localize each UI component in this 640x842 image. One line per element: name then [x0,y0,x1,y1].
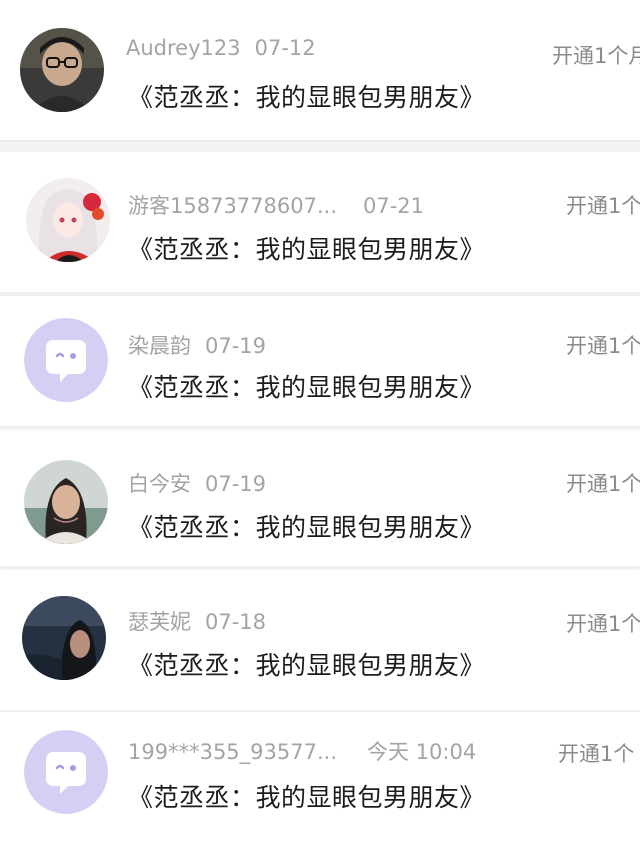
subscribe-action[interactable]: 开通1个 [566,608,640,638]
message-title[interactable]: 《范丞丞：我的显眼包男朋友》 [128,646,485,682]
avatar-photo-man-glasses-icon[interactable] [20,28,104,112]
avatar-anime-girl-icon[interactable] [26,178,110,262]
default-chat-bubble-icon[interactable] [24,318,108,402]
message-meta: 瑟芙妮 07-18 [128,606,266,636]
username[interactable]: 199***355_93577... [128,740,337,764]
message-meta: Audrey123 07-12 [126,36,316,60]
username[interactable]: 白今安 [128,472,191,496]
message-date: 07-21 [363,194,425,218]
message-row[interactable]: 白今安 07-19 《范丞丞：我的显眼包男朋友》 开通1个 [0,430,640,566]
message-feed: Audrey123 07-12 《范丞丞：我的显眼包男朋友》 开通1个月 游客15… [0,0,640,842]
message-row[interactable]: 瑟芙妮 07-18 《范丞丞：我的显眼包男朋友》 开通1个 [0,570,640,710]
message-title[interactable]: 《范丞丞：我的显眼包男朋友》 [128,368,485,404]
message-date: 今天 10:04 [367,740,477,764]
message-title[interactable]: 《范丞丞：我的显眼包男朋友》 [128,508,485,544]
message-meta: 游客15873778607... 07-21 [128,190,424,220]
username[interactable]: 游客15873778607... [128,194,337,218]
message-title[interactable]: 《范丞丞：我的显眼包男朋友》 [128,78,485,114]
default-chat-bubble-icon[interactable] [24,730,108,814]
subscribe-action[interactable]: 开通1个 [566,190,640,220]
message-row[interactable]: Audrey123 07-12 《范丞丞：我的显眼包男朋友》 开通1个月 [0,0,640,140]
subscribe-action[interactable]: 开通1个月 [552,40,640,70]
message-date: 07-19 [205,472,267,496]
message-meta: 199***355_93577... 今天 10:04 [128,736,476,766]
avatar-photo-dark-hair-icon[interactable] [22,596,106,680]
message-row[interactable]: 染晨韵 07-19 《范丞丞：我的显眼包男朋友》 开通1个 [0,296,640,426]
subscribe-action[interactable]: 开通1个 [566,330,640,360]
subscribe-action[interactable]: 开通1个 [558,738,634,768]
message-meta: 染晨韵 07-19 [128,330,266,360]
message-date: 07-18 [205,610,267,634]
message-date: 07-19 [205,334,267,358]
username[interactable]: 瑟芙妮 [128,610,191,634]
username[interactable]: Audrey123 [126,36,241,60]
message-title[interactable]: 《范丞丞：我的显眼包男朋友》 [128,778,485,814]
subscribe-action[interactable]: 开通1个 [566,468,640,498]
message-title[interactable]: 《范丞丞：我的显眼包男朋友》 [128,230,485,266]
message-row[interactable]: 游客15873778607... 07-21 《范丞丞：我的显眼包男朋友》 开通1… [0,152,640,292]
message-date: 07-12 [254,36,316,60]
username[interactable]: 染晨韵 [128,334,191,358]
message-row[interactable]: 199***355_93577... 今天 10:04 《范丞丞：我的显眼包男朋友… [0,712,640,842]
message-meta: 白今安 07-19 [128,468,266,498]
avatar-photo-girl-icon[interactable] [24,460,108,544]
